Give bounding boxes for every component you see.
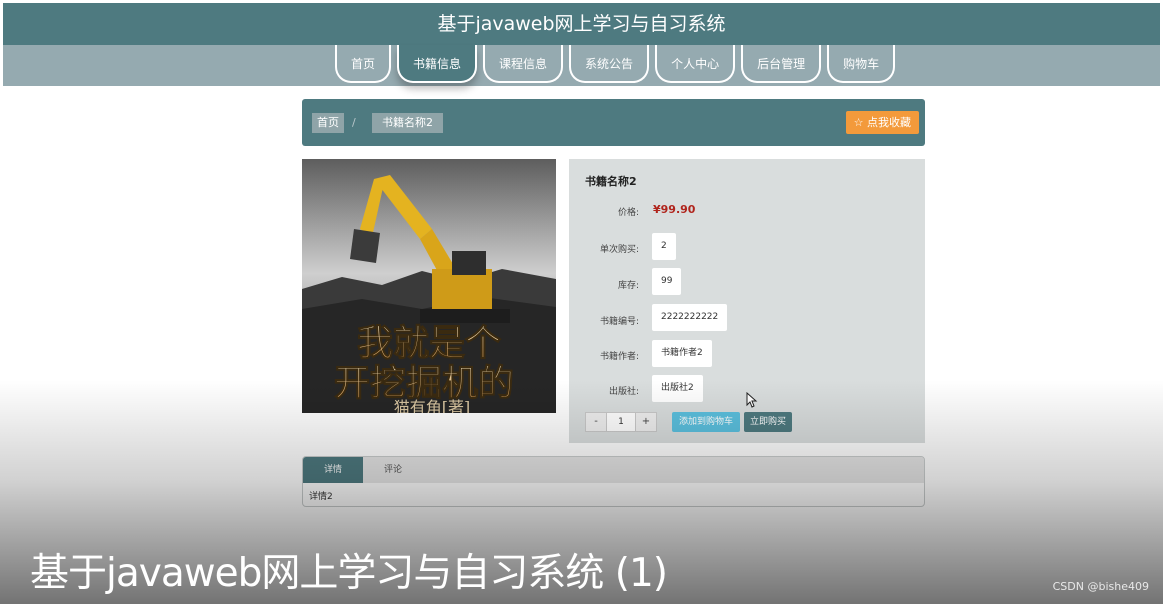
add-to-cart-button[interactable]: 添加到购物车 bbox=[672, 412, 741, 432]
quantity-minus-button[interactable]: - bbox=[585, 412, 607, 432]
site-header: 基于javaweb网上学习与自习系统 bbox=[3, 3, 1160, 45]
single-purchase-value: 2 bbox=[652, 233, 676, 260]
main-navbar: 首页 书籍信息 课程信息 系统公告 个人中心 后台管理 购物车 bbox=[3, 45, 1160, 86]
publisher-value: 出版社2 bbox=[652, 375, 703, 402]
breadcrumb-separator: / bbox=[352, 116, 356, 129]
quantity-stepper: - 1 + bbox=[585, 412, 657, 432]
book-author-value: 书籍作者2 bbox=[652, 340, 712, 367]
book-author-label: 书籍作者: bbox=[599, 352, 639, 362]
quantity-input[interactable]: 1 bbox=[607, 412, 635, 432]
video-caption: 基于javaweb网上学习与自习系统 (1) bbox=[30, 551, 668, 596]
book-price: ¥99.90 bbox=[653, 203, 696, 216]
tab-comments[interactable]: 评论 bbox=[363, 457, 423, 483]
tab-content: 详情2 bbox=[309, 492, 333, 502]
book-name: 书籍名称2 bbox=[585, 175, 637, 188]
nav-item-courses[interactable]: 课程信息 bbox=[483, 45, 564, 83]
detail-tabs: 详情 评论 详情2 bbox=[302, 456, 925, 507]
nav-item-home[interactable]: 首页 bbox=[335, 45, 392, 83]
nav-item-profile[interactable]: 个人中心 bbox=[655, 45, 736, 83]
tab-details[interactable]: 详情 bbox=[303, 457, 363, 483]
book-cover-image: 我就是个 开挖掘机的 猫有角[著] bbox=[302, 159, 556, 413]
buy-now-button[interactable]: 立即购买 bbox=[744, 412, 793, 432]
mouse-cursor-icon bbox=[746, 392, 758, 408]
favorite-button[interactable]: ☆ 点我收藏 bbox=[845, 111, 919, 134]
quantity-plus-button[interactable]: + bbox=[635, 412, 657, 432]
publisher-label: 出版社: bbox=[608, 387, 639, 397]
cover-author: 猫有角[著] bbox=[394, 398, 471, 413]
nav-item-admin[interactable]: 后台管理 bbox=[741, 45, 822, 83]
breadcrumb-home-link[interactable]: 首页 bbox=[312, 113, 344, 133]
nav-item-announcements[interactable]: 系统公告 bbox=[569, 45, 650, 83]
cover-title-line1: 我就是个 bbox=[357, 323, 501, 364]
stock-value: 99 bbox=[652, 268, 682, 295]
price-label: 价格: bbox=[617, 208, 639, 218]
stock-label: 库存: bbox=[617, 281, 639, 291]
nav-item-cart[interactable]: 购物车 bbox=[827, 45, 896, 83]
book-number-value: 2222222222 bbox=[652, 304, 728, 331]
site-title: 基于javaweb网上学习与自习系统 bbox=[437, 13, 726, 35]
nav-item-books[interactable]: 书籍信息 bbox=[397, 45, 478, 83]
breadcrumb-current: 书籍名称2 bbox=[372, 113, 443, 133]
breadcrumb: 首页 / 书籍名称2 ☆ 点我收藏 bbox=[302, 99, 925, 146]
book-number-label: 书籍编号: bbox=[599, 317, 639, 327]
csdn-watermark: CSDN @bishe409 bbox=[1052, 580, 1149, 593]
single-purchase-label: 单次购买: bbox=[599, 245, 639, 255]
